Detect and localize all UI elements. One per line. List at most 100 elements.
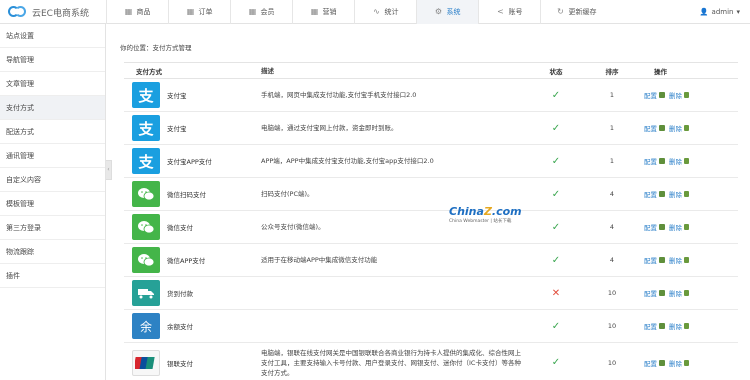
config-link[interactable]: 配置 (644, 288, 657, 298)
nav-tab[interactable]: ⚙ 系统 (416, 0, 478, 24)
nav-tab[interactable]: ▦ 订单 (168, 0, 230, 24)
sort-order[interactable]: 1 (584, 157, 640, 165)
nav-tab[interactable]: ∿ 统计 (354, 0, 416, 24)
refresh-icon: ↻ (557, 7, 564, 16)
status-cell: ✓ (528, 123, 584, 134)
logo[interactable]: 云EC电商系统 (0, 0, 106, 24)
operations-cell: 配置 删除 (640, 255, 738, 265)
nav-tab-label: 统计 (384, 8, 399, 16)
payment-description: 电脑端，银联在线支付网关是中国银联联合各商业银行为持卡人提供的集成化、综合性网上… (261, 348, 521, 377)
trash-icon (684, 257, 689, 263)
alipay-icon: 支 (132, 82, 160, 108)
check-icon[interactable]: ✓ (552, 156, 560, 167)
nav-tab[interactable]: ▦ 会员 (230, 0, 292, 24)
nav-tab[interactable]: < 账号 (478, 0, 540, 24)
sort-order[interactable]: 10 (584, 289, 640, 297)
header-desc: 描述 (261, 66, 274, 75)
sidebar-item[interactable]: 站点设置 (0, 24, 105, 48)
trash-icon (684, 92, 689, 98)
sort-order[interactable]: 10 (584, 359, 640, 367)
config-link[interactable]: 配置 (644, 255, 657, 265)
sidebar-item[interactable]: 模板管理 (0, 192, 105, 216)
sidebar-item[interactable]: 通讯管理 (0, 144, 105, 168)
sort-order[interactable]: 4 (584, 223, 640, 231)
nav-tab-label: 订单 (198, 8, 213, 16)
delete-link[interactable]: 删除 (669, 156, 682, 166)
table-row: 支支付宝 手机端，网页中集成支付功能,支付宝手机支付接口2.0 ✓ 1 配置 删除 (124, 79, 738, 112)
nav-tab[interactable]: ▦ 商品 (106, 0, 168, 24)
delete-link[interactable]: 删除 (669, 255, 682, 265)
delete-link[interactable]: 删除 (669, 321, 682, 331)
config-link[interactable]: 配置 (644, 222, 657, 232)
payment-name: 微信扫码支付 (167, 191, 206, 199)
sort-order[interactable]: 4 (584, 190, 640, 198)
trash-icon (684, 158, 689, 164)
sidebar-item[interactable]: 文章管理 (0, 72, 105, 96)
cross-icon[interactable]: ✕ (552, 288, 560, 299)
sidebar-item[interactable]: 配送方式 (0, 120, 105, 144)
edit-icon (659, 92, 665, 98)
payment-description: 电脑端，通过支付宝网上付款，资金即时到账。 (261, 124, 398, 132)
delete-link[interactable]: 删除 (669, 358, 682, 368)
check-icon[interactable]: ✓ (552, 222, 560, 233)
wechat-icon (132, 181, 160, 207)
trash-icon (684, 323, 689, 329)
nav-tab-label: 更新缓存 (568, 8, 597, 16)
sort-order[interactable]: 4 (584, 256, 640, 264)
sort-order[interactable]: 1 (584, 124, 640, 132)
delete-link[interactable]: 删除 (669, 123, 682, 133)
check-icon[interactable]: ✓ (552, 321, 560, 332)
sidebar-item[interactable]: 插件 (0, 264, 105, 288)
check-icon[interactable]: ✓ (552, 123, 560, 134)
delete-link[interactable]: 删除 (669, 288, 682, 298)
sort-order[interactable]: 1 (584, 91, 640, 99)
config-link[interactable]: 配置 (644, 189, 657, 199)
sidebar-item[interactable]: 导航管理 (0, 48, 105, 72)
check-icon[interactable]: ✓ (552, 255, 560, 266)
chevron-down-icon: ▾ (736, 8, 740, 16)
payment-name-cell: 支支付宝APP支付 (124, 148, 257, 174)
config-link[interactable]: 配置 (644, 321, 657, 331)
nav-tab-label: 账号 (508, 8, 523, 16)
delete-link[interactable]: 删除 (669, 189, 682, 199)
check-icon[interactable]: ✓ (552, 189, 560, 200)
delete-link[interactable]: 删除 (669, 90, 682, 100)
sidebar-item[interactable]: 物流跟踪 (0, 240, 105, 264)
share-icon: < (497, 7, 504, 16)
sidebar-collapse-toggle[interactable]: ‹ (106, 160, 112, 180)
sidebar-item[interactable]: 第三方登录 (0, 216, 105, 240)
payment-name: 微信支付 (167, 224, 193, 232)
edit-icon (659, 323, 665, 329)
status-cell: ✓ (528, 189, 584, 200)
user-icon: 👤 (699, 8, 709, 16)
config-link[interactable]: 配置 (644, 358, 657, 368)
check-icon[interactable]: ✓ (552, 90, 560, 101)
delete-link[interactable]: 删除 (669, 222, 682, 232)
balance-icon: 余 (132, 313, 160, 339)
check-icon[interactable]: ✓ (552, 357, 560, 368)
sidebar-item[interactable]: 支付方式 (0, 96, 105, 120)
watermark: ChinaZ.com China Webmaster | 站长下载 (449, 205, 539, 227)
grid-icon: ▦ (186, 7, 195, 16)
config-link[interactable]: 配置 (644, 156, 657, 166)
payment-name-cell: 余余额支付 (124, 313, 257, 339)
trash-icon (684, 125, 689, 131)
header-ops: 操作 (654, 67, 667, 76)
table-row: 货到付款 ✕ 10 配置 删除 (124, 277, 738, 310)
nav-tab-label: 系统 (446, 8, 461, 16)
edit-icon (659, 158, 665, 164)
edit-icon (659, 191, 665, 197)
nav-tab[interactable]: ↻ 更新缓存 (540, 0, 612, 24)
sidebar-item[interactable]: 自定义内容 (0, 168, 105, 192)
status-cell: ✓ (528, 156, 584, 167)
edit-icon (659, 125, 665, 131)
sort-order[interactable]: 10 (584, 322, 640, 330)
nav-tab[interactable]: ▦ 营销 (292, 0, 354, 24)
watermark-subtext: China Webmaster | 站长下载 (449, 219, 512, 224)
header-name: 支付方式 (136, 67, 162, 76)
payment-name: 银联支付 (167, 359, 193, 368)
config-link[interactable]: 配置 (644, 123, 657, 133)
table-row: 余余额支付 ✓ 10 配置 删除 (124, 310, 738, 343)
user-menu[interactable]: 👤 admin ▾ (700, 0, 740, 24)
config-link[interactable]: 配置 (644, 90, 657, 100)
